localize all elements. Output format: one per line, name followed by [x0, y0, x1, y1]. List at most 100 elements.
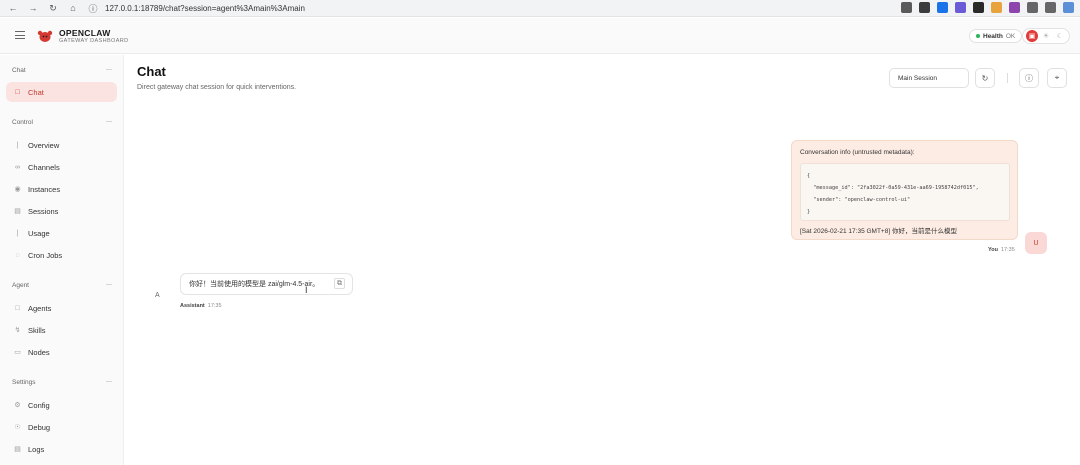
extension-icon[interactable] — [919, 2, 930, 13]
bar-chart-icon: ∣ — [15, 142, 20, 149]
message-text: [Sat 2026-02-21 17:35 GMT+8] 你好，当前是什么模型 — [800, 228, 957, 235]
health-status: OK — [1005, 32, 1016, 40]
sidebar-item-sessions[interactable]: ▤ Sessions — [6, 201, 117, 221]
section-title-control: Control — [12, 119, 33, 126]
sidebar-item-label: Chat — [28, 87, 44, 97]
light-theme-icon[interactable]: ☀ — [1040, 30, 1052, 42]
extension-icon[interactable] — [1063, 2, 1074, 13]
sidebar-item-label: Instances — [28, 184, 61, 194]
toolbar-divider — [1007, 73, 1008, 83]
user-message-bubble: Conversation info (untrusted metadata): … — [791, 140, 1018, 240]
sidebar-item-logs[interactable]: ▤ Logs — [6, 439, 117, 459]
refresh-icon: ↻ — [981, 73, 989, 83]
section-title-settings: Settings — [12, 379, 36, 386]
sidebar-item-nodes[interactable]: ▭ Nodes — [6, 342, 117, 362]
home-icon[interactable]: ⌂ — [66, 1, 80, 15]
brain-icon: ⓘ — [1025, 73, 1033, 83]
message-header: Conversation info (untrusted metadata): — [800, 149, 915, 156]
url-text: 127.0.0.1:18789/chat?session=agent%3Amai… — [105, 3, 305, 13]
folder-icon: □ — [15, 304, 20, 312]
sidebar-item-label: Skills — [28, 325, 46, 335]
sidebar-item-label: Agents — [28, 303, 52, 313]
page-title: Chat — [137, 64, 166, 79]
gear-icon: ⚙ — [14, 402, 21, 409]
copy-icon: ⧉ — [337, 279, 342, 287]
page-subtitle: Direct gateway chat session for quick in… — [137, 84, 297, 91]
extension-icon[interactable] — [991, 2, 1002, 13]
message-text: 你好！当前使用的模型是 zai/glm-4.5-air。 — [189, 281, 320, 288]
sidebar-item-debug[interactable]: ☉ Debug — [6, 417, 117, 437]
extension-icon[interactable] — [973, 2, 984, 13]
extension-icon[interactable] — [901, 2, 912, 13]
bug-icon: ☉ — [14, 424, 21, 431]
assistant-message-meta: Assistant 17:35 — [180, 303, 222, 309]
collapse-icon[interactable]: — — [106, 282, 112, 288]
health-label: Health — [983, 32, 1003, 40]
sidebar-item-instances[interactable]: ◉ Instances — [6, 179, 117, 199]
sidebar: Chat — □ Chat Control — ∣ Overview ∞ Cha… — [0, 55, 124, 465]
sidebar-item-label: Debug — [28, 422, 51, 432]
document-icon: ▤ — [14, 208, 21, 215]
collapse-icon[interactable]: — — [106, 119, 112, 125]
sidebar-item-channels[interactable]: ∞ Channels — [6, 157, 117, 177]
focus-icon: ⌖ — [1054, 73, 1060, 82]
user-avatar: U — [1025, 232, 1047, 254]
sidebar-item-label: Overview — [28, 140, 60, 150]
bar-chart-icon: ∣ — [15, 230, 20, 237]
logs-icon: ▤ — [14, 446, 21, 453]
user-message-meta: You 17:35 — [988, 247, 1015, 253]
health-status-dot — [976, 34, 980, 38]
collapse-icon[interactable]: — — [106, 67, 112, 73]
sidebar-item-skills[interactable]: ↯ Skills — [6, 320, 117, 340]
monitor-icon: ▭ — [14, 349, 21, 356]
sidebar-item-label: Sessions — [28, 206, 59, 216]
sender-label: You — [988, 247, 998, 253]
sidebar-item-label: Cron Jobs — [28, 250, 63, 260]
reload-icon[interactable]: ↻ — [46, 1, 60, 15]
health-badge: Health OK — [969, 29, 1023, 43]
refresh-button[interactable]: ↻ — [975, 68, 995, 88]
section-title-chat: Chat — [12, 67, 26, 74]
thinking-toggle-button[interactable]: ⓘ — [1019, 68, 1039, 88]
theme-toggle[interactable]: ▣ ☀ ☾ — [1022, 28, 1070, 44]
extension-icon[interactable] — [1009, 2, 1020, 13]
extension-icon[interactable] — [937, 2, 948, 13]
chat-icon: □ — [15, 88, 20, 96]
menu-icon[interactable] — [15, 31, 25, 39]
extension-icon[interactable] — [1027, 2, 1038, 13]
extension-icon[interactable] — [1045, 2, 1056, 13]
sidebar-item-label: Channels — [28, 162, 60, 172]
message-time: 17:35 — [1000, 247, 1015, 253]
sidebar-item-overview[interactable]: ∣ Overview — [6, 135, 117, 155]
broadcast-icon: ◉ — [14, 186, 21, 193]
address-bar[interactable]: ⓘ 127.0.0.1:18789/chat?session=agent%3Am… — [86, 1, 305, 15]
bolt-icon: ↯ — [14, 327, 21, 334]
back-icon[interactable]: ← — [6, 1, 20, 15]
sidebar-item-cron-jobs[interactable]: ◌ Cron Jobs — [6, 245, 117, 265]
brand-subtitle: GATEWAY DASHBOARD — [59, 38, 129, 44]
dark-theme-icon[interactable]: ☾ — [1054, 30, 1066, 42]
link-icon: ∞ — [15, 163, 20, 171]
forward-icon[interactable]: → — [26, 1, 40, 15]
collapse-icon[interactable]: — — [106, 379, 112, 385]
sidebar-item-config[interactable]: ⚙ Config — [6, 395, 117, 415]
extension-icon[interactable] — [955, 2, 966, 13]
assistant-message-bubble: 你好！当前使用的模型是 zai/glm-4.5-air。 — [180, 273, 353, 295]
main-content: Chat Direct gateway chat session for qui… — [125, 55, 1080, 465]
focus-mode-button[interactable]: ⌖ — [1047, 68, 1067, 88]
section-title-agent: Agent — [12, 282, 29, 289]
message-time: 17:35 — [207, 303, 222, 309]
assistant-avatar: A — [155, 292, 160, 299]
sidebar-item-chat[interactable]: □ Chat — [6, 82, 117, 102]
code-block: { "message_id": "2fa3022f-0a59-431e-aa69… — [800, 163, 1010, 221]
clock-icon: ◌ — [15, 251, 20, 259]
info-icon[interactable]: ⓘ — [86, 1, 100, 15]
session-select[interactable]: Main Session — [889, 68, 969, 88]
sidebar-item-usage[interactable]: ∣ Usage — [6, 223, 117, 243]
system-theme-icon[interactable]: ▣ — [1026, 30, 1038, 42]
sidebar-item-label: Logs — [28, 444, 45, 454]
app-header: OPENCLAW GATEWAY DASHBOARD Health OK ▣ ☀… — [0, 18, 1080, 54]
extensions-area — [901, 2, 1074, 13]
sidebar-item-agents[interactable]: □ Agents — [6, 298, 117, 318]
copy-button[interactable]: ⧉ — [334, 278, 345, 289]
